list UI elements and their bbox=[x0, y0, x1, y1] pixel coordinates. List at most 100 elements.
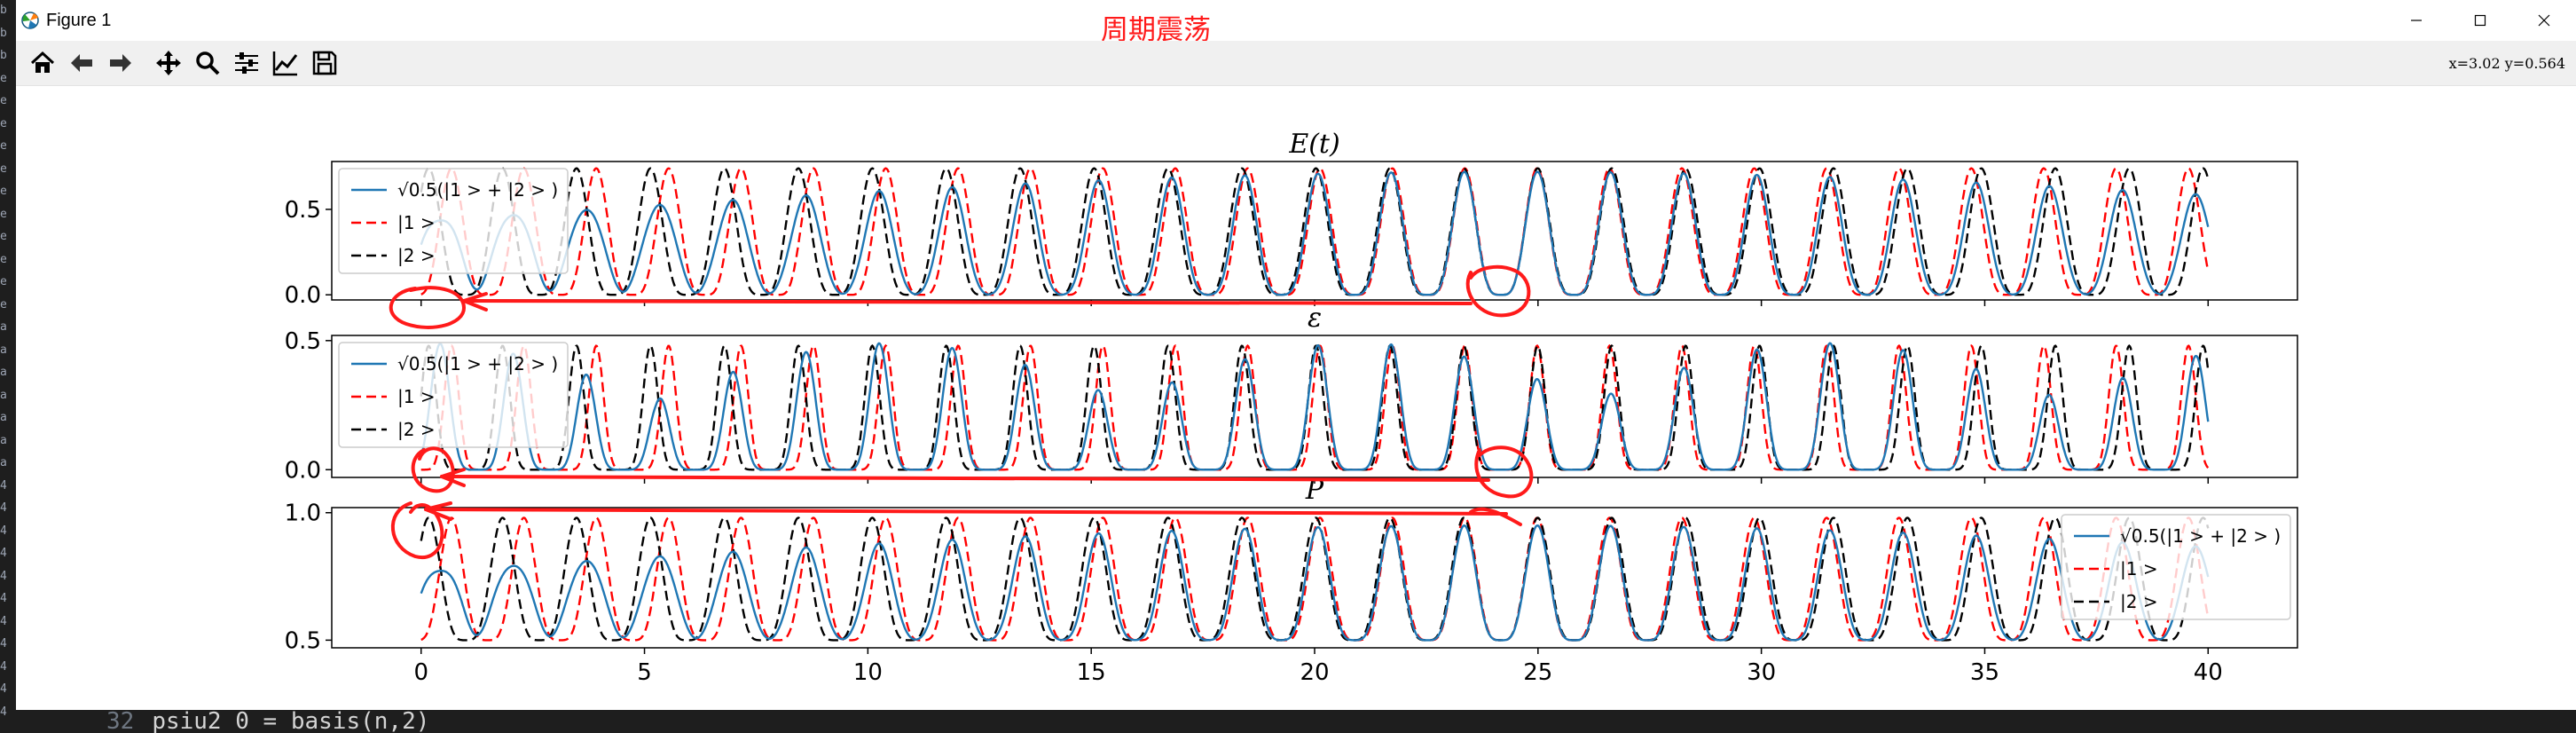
legend-label: |2 > bbox=[2120, 591, 2158, 612]
series-line-3 bbox=[420, 516, 2210, 642]
series-group bbox=[420, 516, 2210, 642]
configure-subplots-button[interactable] bbox=[229, 45, 264, 81]
legend: √0.5(|1 > + |2 > ) |1 > |2 > bbox=[2061, 514, 2291, 620]
legend-label: |1 > bbox=[397, 212, 436, 233]
series-line-1 bbox=[420, 524, 2210, 642]
series-line-3 bbox=[420, 343, 2210, 471]
subplot-1: E(t) 0.0 0.5 √0.5(|1 > + |2 > ) |1 > |2 > bbox=[285, 129, 2298, 309]
zoom-button[interactable] bbox=[190, 45, 225, 81]
gutter-char: 4 bbox=[0, 547, 7, 560]
red-annotation-stroke bbox=[389, 286, 467, 329]
legend-label: |1 > bbox=[397, 386, 436, 407]
gutter-char: e bbox=[0, 139, 7, 153]
gutter-char: e bbox=[0, 116, 7, 130]
legend: √0.5(|1 > + |2 > ) |1 > |2 > bbox=[338, 342, 569, 448]
gutter-char: b bbox=[0, 26, 7, 40]
line-chart-icon bbox=[272, 51, 298, 76]
minimize-icon bbox=[2411, 20, 2422, 21]
save-button[interactable] bbox=[307, 45, 342, 81]
red-annotation-stroke bbox=[1465, 264, 1531, 318]
gutter-char: e bbox=[0, 94, 7, 107]
edit-axis-button[interactable] bbox=[268, 45, 303, 81]
legend-label: √0.5(|1 > + |2 > ) bbox=[397, 353, 558, 374]
maximize-icon bbox=[2474, 14, 2486, 27]
close-icon bbox=[2538, 14, 2550, 27]
cursor-coordinates: x=3.02 y=0.564 bbox=[2448, 55, 2565, 72]
subplot-3: P0.51.00 5 10 15 20 25 30 35 40√0.5(|1 > + |2 > … bbox=[285, 475, 2298, 686]
gutter-char: 4 bbox=[0, 501, 7, 515]
gutter-char: e bbox=[0, 185, 7, 198]
figure-canvas[interactable]: E(t) 0.0 0.5 √0.5(|1 > + |2 > ) |1 > |2 > ε 0.0… bbox=[16, 86, 2576, 710]
gutter-char: 4 bbox=[0, 682, 7, 696]
gutter-char: a bbox=[0, 411, 7, 424]
legend-label: √0.5(|1 > + |2 > ) bbox=[2120, 525, 2281, 547]
arrow-left-icon bbox=[71, 54, 92, 72]
title-bar: Figure 1 bbox=[16, 0, 2576, 41]
gutter-char: a bbox=[0, 388, 7, 402]
close-button[interactable] bbox=[2512, 0, 2576, 41]
legend-label: |2 > bbox=[397, 419, 436, 440]
x-tick-label: 5 bbox=[637, 659, 652, 686]
gutter-char: 4 bbox=[0, 705, 7, 719]
x-tick-label: 40 bbox=[2194, 659, 2223, 686]
series-line-1 bbox=[420, 170, 2210, 296]
maximize-button[interactable] bbox=[2448, 0, 2512, 41]
background-code-line: 32 psiu2 0 = basis(n,2) bbox=[106, 710, 727, 733]
series-group bbox=[420, 167, 2210, 296]
legend-label: |2 > bbox=[397, 245, 436, 266]
gutter-char: b bbox=[0, 4, 7, 17]
series-line-2 bbox=[420, 343, 2210, 471]
gutter-char: 4 bbox=[0, 524, 7, 538]
series-line-2 bbox=[420, 167, 2210, 296]
series-line-3 bbox=[420, 167, 2210, 296]
y-tick-label: 0.5 bbox=[285, 197, 321, 224]
y-tick-label: 0.0 bbox=[285, 282, 321, 309]
gutter-char: 4 bbox=[0, 637, 7, 650]
y-tick-label: 0.0 bbox=[285, 457, 321, 484]
gutter-char: b bbox=[0, 49, 7, 62]
subplot-title: ε bbox=[1308, 303, 1322, 334]
back-button[interactable] bbox=[64, 45, 99, 81]
x-tick-label: 0 bbox=[413, 659, 428, 686]
x-tick-label: 30 bbox=[1747, 659, 1776, 686]
figure-window: Figure 1 周期震荡 x=3.02 y=0.564 E(t) 0.0 0.… bbox=[16, 0, 2576, 710]
x-tick-label: 15 bbox=[1077, 659, 1106, 686]
gutter-char: e bbox=[0, 162, 7, 176]
red-annotation-stroke bbox=[1474, 445, 1534, 499]
gutter-char: a bbox=[0, 366, 7, 379]
x-tick-label: 25 bbox=[1523, 659, 1552, 686]
series-line-2 bbox=[420, 516, 2210, 642]
gutter-char: 4 bbox=[0, 569, 7, 583]
gutter-char: 4 bbox=[0, 478, 7, 493]
navigation-toolbar bbox=[16, 41, 2576, 86]
gutter-char: a bbox=[0, 433, 7, 447]
y-tick-label: 0.5 bbox=[285, 627, 321, 654]
legend-label: √0.5(|1 > + |2 > ) bbox=[397, 179, 558, 201]
move-icon bbox=[156, 51, 181, 75]
subplot-2: ε 0.0 0.5 √0.5(|1 > + |2 > ) |1 > |2 > bbox=[285, 303, 2298, 484]
gutter-char: e bbox=[0, 252, 7, 266]
home-button[interactable] bbox=[25, 45, 60, 81]
x-tick-label: 10 bbox=[853, 659, 883, 686]
red-annotation-stroke bbox=[1469, 507, 1522, 526]
code-line-text: psiu2 0 = basis(n,2) bbox=[152, 710, 430, 733]
pan-button[interactable] bbox=[151, 45, 186, 81]
gutter-char: a bbox=[0, 456, 7, 469]
x-tick-label: 20 bbox=[1300, 659, 1329, 686]
background-editor-gutter: bbbeeeeeeeeeeeaaaaaaa44444444444 bbox=[0, 0, 16, 733]
minimize-button[interactable] bbox=[2384, 0, 2448, 41]
y-tick-label: 1.0 bbox=[285, 500, 321, 527]
gutter-char: e bbox=[0, 230, 7, 243]
legend-label: |1 > bbox=[2120, 558, 2158, 579]
x-tick-label: 35 bbox=[1970, 659, 1999, 686]
plot-area[interactable]: E(t) 0.0 0.5 √0.5(|1 > + |2 > ) |1 > |2 > ε 0.0… bbox=[16, 86, 2576, 710]
arrow-right-icon bbox=[110, 54, 131, 72]
red-annotation-stroke bbox=[462, 299, 1473, 305]
red-annotation-stroke bbox=[411, 446, 455, 493]
window-title: Figure 1 bbox=[46, 10, 112, 30]
home-icon bbox=[30, 51, 55, 73]
sliders-icon bbox=[235, 52, 258, 74]
code-line-number: 32 bbox=[106, 710, 135, 733]
window-controls bbox=[2384, 0, 2576, 41]
forward-button[interactable] bbox=[103, 45, 138, 81]
